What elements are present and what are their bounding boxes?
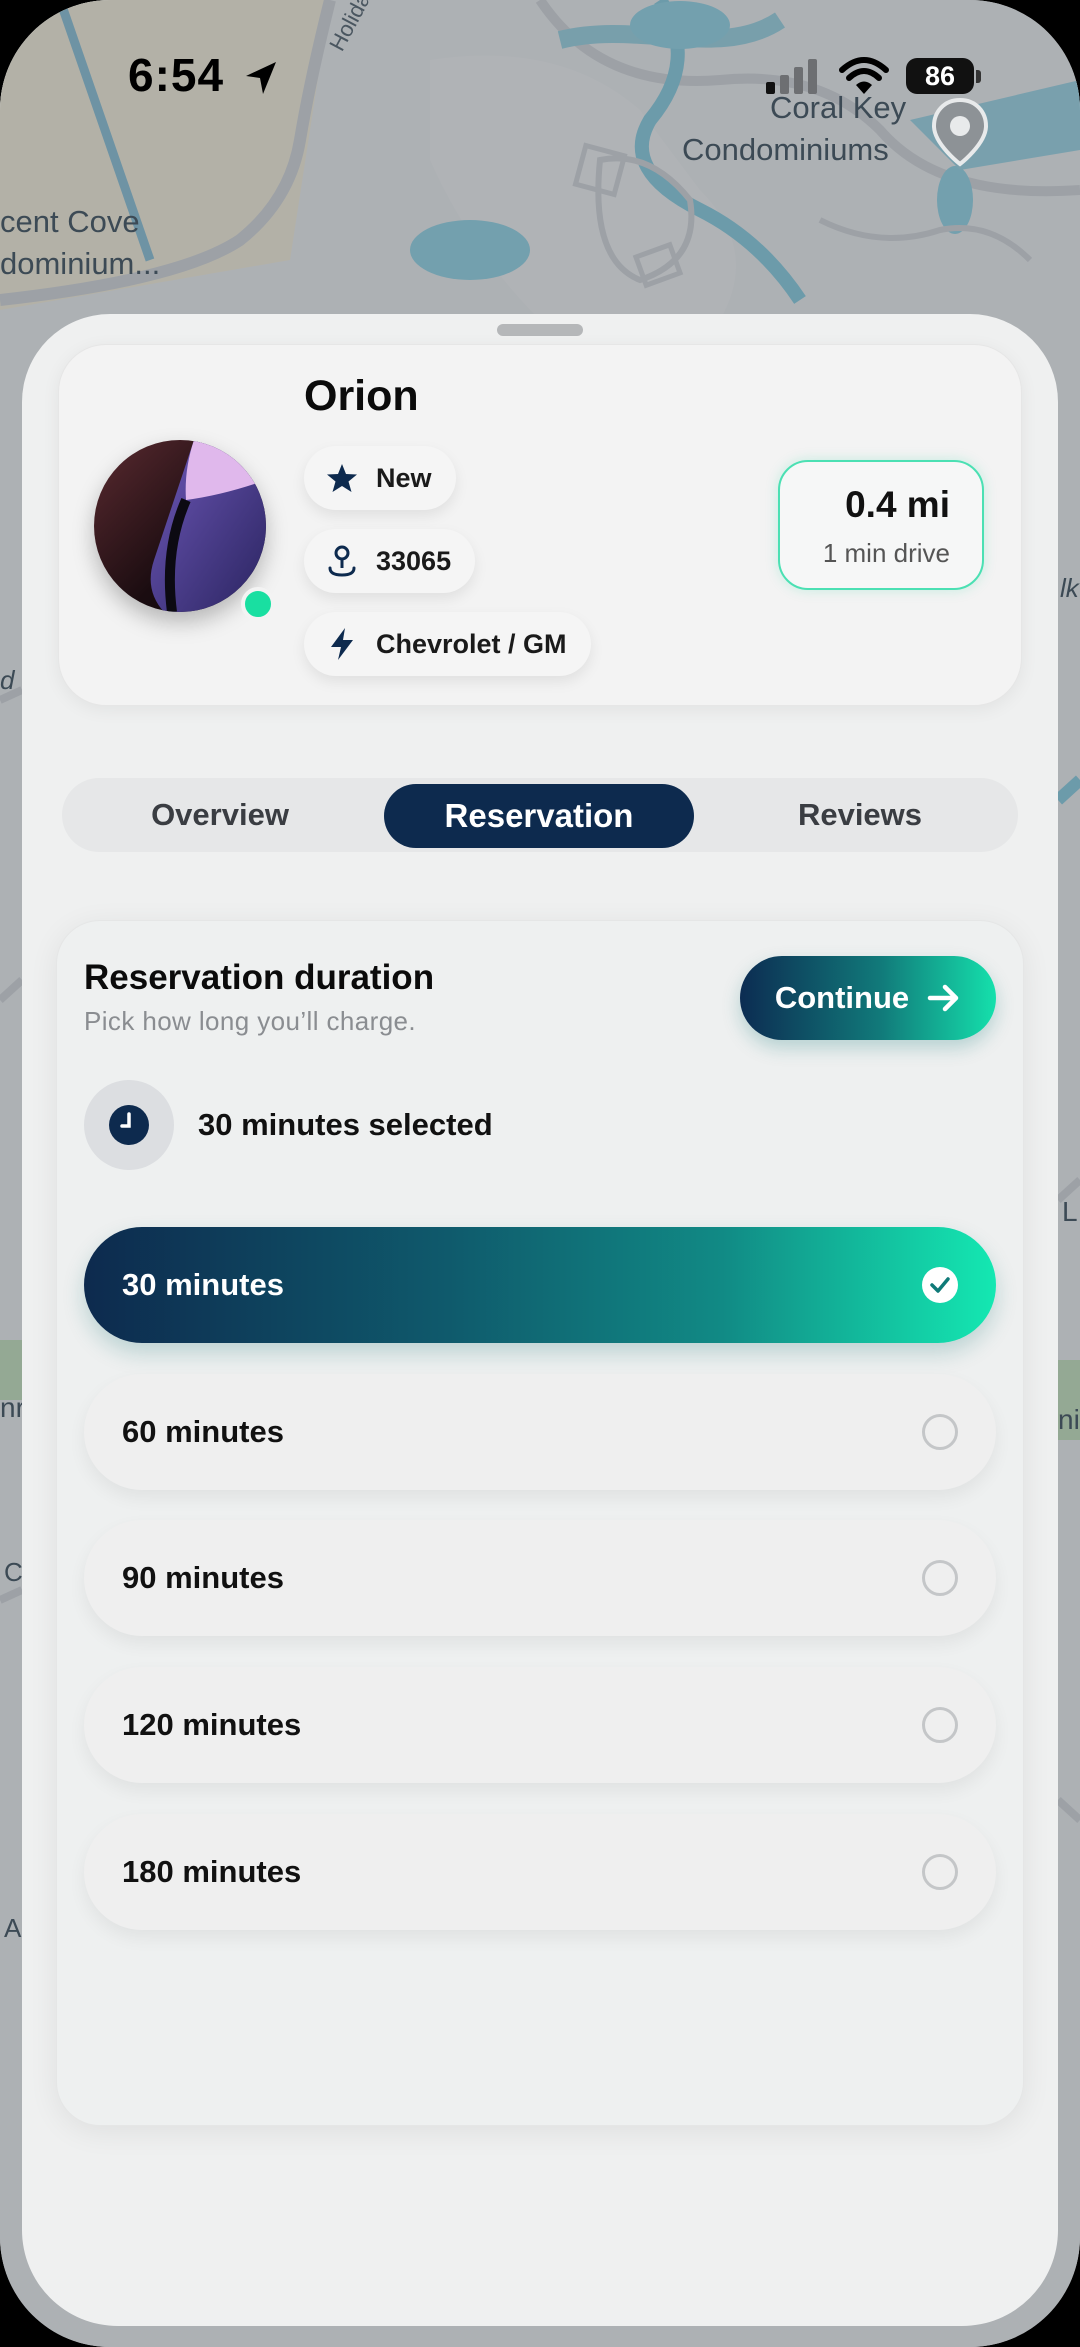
chip-label: New <box>376 462 432 493</box>
tab-overview[interactable]: Overview <box>62 778 378 852</box>
battery-nub <box>976 70 981 83</box>
location-pin-icon <box>324 543 360 579</box>
chip-label: 33065 <box>376 545 452 576</box>
chip-label: Chevrolet / GM <box>376 628 567 659</box>
battery-indicator: 86 <box>906 58 974 94</box>
station-name: Orion <box>304 372 419 420</box>
selected-duration-text: 30 minutes selected <box>198 1107 493 1142</box>
duration-option-90[interactable]: 90 minutes <box>84 1520 996 1636</box>
continue-label: Continue <box>774 980 910 1015</box>
radio-unselected-icon <box>922 1854 958 1890</box>
segmented-tabs: Overview Reservation Reviews <box>62 778 1018 852</box>
phone-screen: Holiday Sp Coral Key Condominiums cent C… <box>0 0 1080 2347</box>
map-label-crescent-cove-2: dominium... <box>0 246 161 281</box>
map-label-edge: lk <box>1060 573 1079 603</box>
map-label-edge: A <box>4 1913 22 1943</box>
arrow-right-icon <box>927 983 961 1013</box>
radio-unselected-icon <box>922 1414 958 1450</box>
option-label: 90 minutes <box>122 1560 284 1595</box>
option-label: 180 minutes <box>122 1854 302 1889</box>
radio-unselected-icon <box>922 1560 958 1596</box>
duration-option-180[interactable]: 180 minutes <box>84 1814 996 1930</box>
radio-unselected-icon <box>922 1707 958 1743</box>
check-circle-icon <box>922 1267 958 1303</box>
station-avatar <box>94 440 266 612</box>
option-label: 120 minutes <box>122 1707 302 1742</box>
map-label-edge: L <box>1062 1196 1078 1227</box>
chip-status-new: New <box>304 446 456 510</box>
distance-value: 0.4 mi <box>845 484 950 525</box>
cellular-signal-icon <box>766 59 817 94</box>
online-status-dot <box>241 587 275 621</box>
status-time: 6:54 <box>128 49 225 101</box>
option-label: 60 minutes <box>122 1414 284 1449</box>
map-label-coral-key-2: Condominiums <box>682 132 889 167</box>
selected-duration-summary: 30 minutes selected <box>84 1080 493 1170</box>
map-label-edge: d <box>0 665 15 695</box>
duration-option-60[interactable]: 60 minutes <box>84 1374 996 1490</box>
star-icon <box>324 460 360 496</box>
tab-reservation[interactable]: Reservation <box>384 784 694 848</box>
drive-time: 1 min drive <box>822 538 950 568</box>
clock-icon <box>84 1080 174 1170</box>
reservation-subtitle: Pick how long you’ll charge. <box>84 1006 417 1036</box>
map-label-edge: C <box>4 1557 23 1587</box>
chip-vehicle-brand: Chevrolet / GM <box>304 612 591 676</box>
location-arrow-icon <box>246 62 276 94</box>
map-label-crescent-cove: cent Cove <box>0 204 140 239</box>
map-pin-icon[interactable] <box>928 96 992 168</box>
map-label-edge: ni <box>1058 1404 1080 1435</box>
continue-button[interactable]: Continue <box>740 956 996 1040</box>
duration-option-120[interactable]: 120 minutes <box>84 1667 996 1783</box>
sheet-grabber-handle[interactable] <box>497 324 583 336</box>
reservation-title: Reservation duration <box>84 958 435 997</box>
option-label: 30 minutes <box>122 1267 284 1302</box>
wifi-icon <box>839 57 889 94</box>
distance-badge: 0.4 mi 1 min drive <box>778 460 984 590</box>
tab-reviews[interactable]: Reviews <box>702 778 1018 852</box>
duration-option-30[interactable]: 30 minutes <box>84 1227 996 1343</box>
lightning-bolt-icon <box>324 626 360 662</box>
chip-zip-code: 33065 <box>304 529 476 593</box>
